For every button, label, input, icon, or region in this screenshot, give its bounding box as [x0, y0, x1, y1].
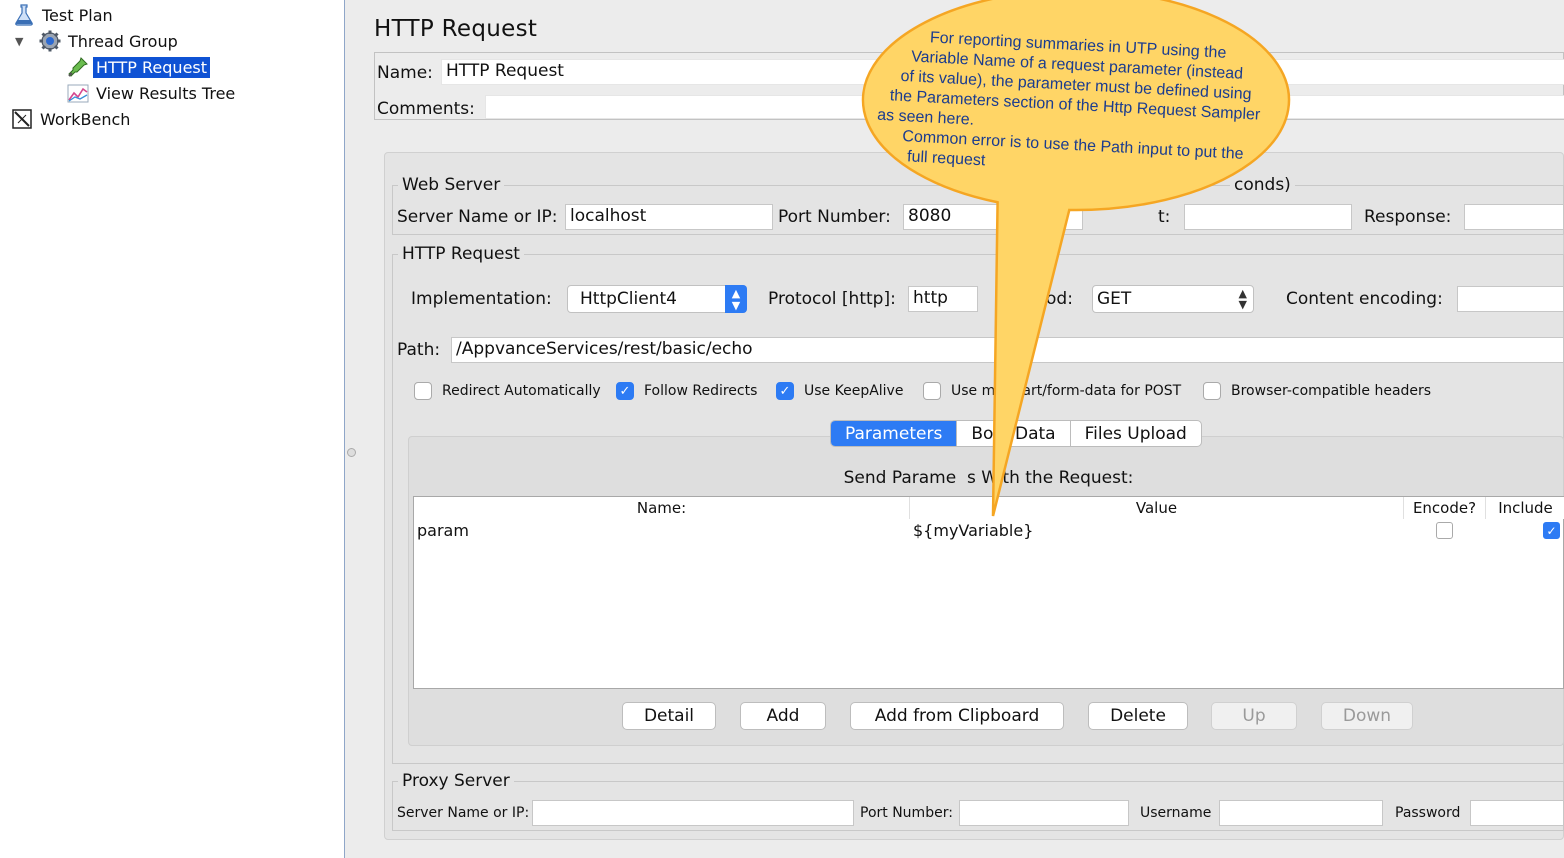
checkmark-icon: ✓: [776, 382, 794, 400]
delete-button[interactable]: Delete: [1088, 702, 1188, 730]
connect-timeout-field[interactable]: [1184, 204, 1352, 230]
timeouts-legend: conds): [1230, 175, 1295, 195]
port-number-field[interactable]: 8080: [903, 204, 1083, 230]
flask-icon: [15, 4, 33, 26]
checkbox-box: [414, 382, 432, 400]
test-plan-tree: Test Plan ▼ Thread Group HTTP Request Vi…: [0, 0, 345, 858]
gear-icon: [39, 30, 61, 52]
tree-item-label: Thread Group: [68, 31, 178, 51]
connect-timeout-label: t:: [1158, 207, 1171, 227]
name-field[interactable]: HTTP Request: [441, 59, 1564, 85]
include-checkbox[interactable]: ✓: [1543, 522, 1560, 539]
tree-item-view-results-tree[interactable]: View Results Tree: [66, 81, 238, 105]
redirect-automatically-checkbox[interactable]: Redirect Automatically: [414, 382, 601, 400]
http-request-panel: HTTP Request Name: HTTP Request Comments…: [358, 0, 1564, 858]
comments-field[interactable]: [485, 95, 1564, 119]
tree-item-thread-group[interactable]: Thread Group: [38, 29, 181, 53]
checkbox-label: Follow Redirects: [644, 383, 758, 399]
method-select[interactable]: GET ▲ ▼: [1092, 285, 1254, 313]
method-label-end: od:: [1046, 289, 1073, 309]
proxy-port-label: Port Number:: [860, 805, 953, 821]
graph-icon: [67, 84, 89, 103]
column-header-encode[interactable]: Encode?: [1404, 497, 1486, 519]
tab-body-data[interactable]: Bod Data: [957, 421, 1071, 446]
implementation-label: Implementation:: [411, 289, 552, 309]
splitter-handle[interactable]: [347, 448, 356, 457]
checkbox-box: [923, 382, 941, 400]
checkbox-box: [1203, 382, 1221, 400]
proxy-username-field[interactable]: [1219, 800, 1383, 826]
method-label-start: M: [1011, 289, 1026, 309]
pipette-icon: [68, 57, 88, 77]
name-label: Name:: [377, 63, 433, 83]
down-button[interactable]: Down: [1321, 702, 1413, 730]
comments-label: Comments:: [377, 99, 475, 119]
multipart-form-data-checkbox[interactable]: Use mult art/form-data for POST: [923, 382, 1181, 400]
updown-arrow-icon: ▲ ▼: [725, 285, 747, 313]
proxy-server-name-field[interactable]: [532, 800, 854, 826]
workbench-icon: [12, 109, 32, 129]
param-name-cell[interactable]: param: [417, 521, 469, 540]
checkbox-label: Use mult art/form-data for POST: [951, 383, 1182, 399]
column-header-include[interactable]: Include: [1486, 497, 1564, 519]
proxy-username-label: Username: [1140, 805, 1212, 821]
response-timeout-label: Response:: [1364, 207, 1452, 227]
checkbox-label: Use KeepAlive: [804, 383, 904, 399]
protocol-field[interactable]: http: [908, 286, 978, 312]
add-from-clipboard-button[interactable]: Add from Clipboard: [850, 702, 1064, 730]
column-header-value[interactable]: Value: [910, 497, 1404, 519]
browser-compatible-headers-checkbox[interactable]: Browser-compatible headers: [1203, 382, 1431, 400]
tree-item-workbench[interactable]: WorkBench: [10, 107, 133, 131]
checkbox-label: Browser-compatible headers: [1231, 383, 1432, 399]
response-timeout-field[interactable]: [1464, 204, 1564, 230]
tab-parameters[interactable]: Parameters: [831, 421, 958, 446]
tree-item-test-plan[interactable]: Test Plan: [12, 3, 116, 27]
http-request-legend: HTTP Request: [398, 244, 524, 264]
server-name-label: Server Name or IP:: [397, 207, 558, 227]
page-title: HTTP Request: [374, 16, 538, 42]
protocol-label: Protocol [http]:: [768, 289, 896, 309]
checkmark-icon: ✓: [616, 382, 634, 400]
column-header-name[interactable]: Name:: [414, 497, 910, 519]
expand-toggle-icon[interactable]: ▼: [15, 35, 27, 48]
method-value: GET: [1097, 289, 1132, 309]
tree-item-label: View Results Tree: [96, 83, 236, 103]
name-comments-box: Name: HTTP Request Comments:: [374, 52, 1564, 120]
implementation-select[interactable]: HttpClient4 ▲ ▼: [567, 285, 747, 313]
encode-checkbox[interactable]: [1436, 522, 1453, 539]
implementation-value: HttpClient4: [580, 289, 677, 309]
proxy-password-label: Password: [1395, 805, 1461, 821]
checkbox-label: Redirect Automatically: [442, 383, 601, 399]
server-name-field[interactable]: localhost: [565, 204, 773, 230]
use-keepalive-checkbox[interactable]: ✓ Use KeepAlive: [776, 382, 903, 400]
content-encoding-field[interactable]: [1457, 286, 1564, 312]
param-value-cell[interactable]: ${myVariable}: [913, 521, 1033, 540]
tree-item-http-request[interactable]: HTTP Request: [66, 55, 211, 79]
tree-item-label: WorkBench: [40, 109, 131, 129]
add-button[interactable]: Add: [740, 702, 826, 730]
proxy-server-name-label: Server Name or IP:: [397, 805, 530, 821]
updown-arrow-icon: ▲ ▼: [1238, 287, 1247, 311]
proxy-password-field[interactable]: [1470, 800, 1564, 826]
up-button[interactable]: Up: [1211, 702, 1297, 730]
follow-redirects-checkbox[interactable]: ✓ Follow Redirects: [616, 382, 757, 400]
port-number-label: Port Number:: [778, 207, 891, 227]
proxy-server-legend: Proxy Server: [398, 771, 514, 791]
tree-item-label: HTTP Request: [93, 56, 211, 78]
web-server-legend: Web Server: [398, 175, 505, 195]
path-label: Path:: [397, 340, 441, 360]
tab-files-upload[interactable]: Files Upload: [1071, 421, 1201, 446]
path-field[interactable]: /AppvanceServices/rest/basic/echo: [451, 337, 1564, 363]
request-body-tabs: Parameters Bod Data Files Upload: [830, 420, 1202, 447]
detail-button[interactable]: Detail: [622, 702, 716, 730]
content-encoding-label: Content encoding:: [1286, 289, 1443, 309]
tree-item-label: Test Plan: [42, 5, 113, 25]
parameters-heading: Send Parame s With the Request:: [843, 468, 1134, 488]
parameters-table: Name: Value Encode? Include param ${myVa…: [413, 496, 1564, 689]
proxy-port-field[interactable]: [959, 800, 1129, 826]
